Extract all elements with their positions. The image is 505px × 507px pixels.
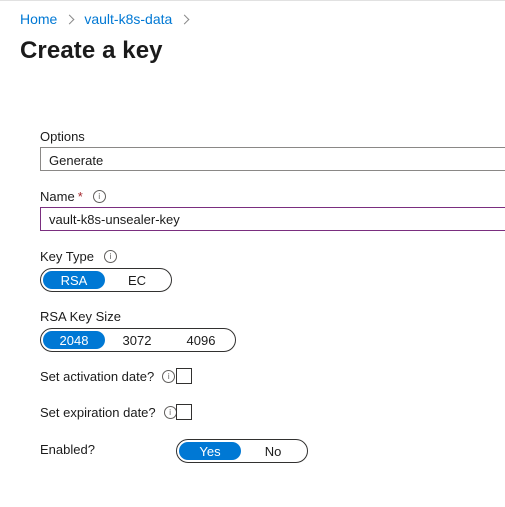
info-icon[interactable]: i (162, 370, 176, 383)
expiration-date-label: Set expiration date? i (40, 405, 177, 420)
rsa-key-size-option-3072[interactable]: 3072 (105, 331, 169, 349)
name-label-text: Name (40, 189, 75, 204)
breadcrumb-vault-link[interactable]: vault-k8s-data (84, 11, 172, 27)
activation-date-checkbox[interactable] (176, 368, 192, 384)
info-icon[interactable]: i (92, 190, 106, 203)
key-type-label-text: Key Type (40, 249, 94, 264)
expiration-date-checkbox[interactable] (176, 404, 192, 420)
activation-date-label: Set activation date? i (40, 369, 176, 384)
key-type-toggle: RSA EC (40, 268, 172, 292)
rsa-key-size-label: RSA Key Size (40, 309, 121, 324)
activation-date-label-text: Set activation date? (40, 369, 155, 384)
key-type-option-rsa[interactable]: RSA (43, 271, 105, 289)
key-type-label: Key Type i (40, 249, 117, 264)
rsa-key-size-option-2048[interactable]: 2048 (43, 331, 105, 349)
breadcrumb-home-link[interactable]: Home (20, 11, 57, 27)
top-divider (0, 0, 505, 1)
enabled-label-text: Enabled? (40, 442, 95, 457)
required-asterisk: * (77, 189, 83, 204)
breadcrumb: Home vault-k8s-data (20, 11, 191, 27)
enabled-toggle: Yes No (176, 439, 308, 463)
options-dropdown-value: Generate (49, 153, 104, 168)
name-input[interactable] (40, 207, 505, 231)
chevron-right-icon (179, 14, 190, 24)
key-type-option-ec[interactable]: EC (105, 271, 169, 289)
options-label-text: Options (40, 129, 85, 144)
enabled-label: Enabled? (40, 442, 95, 457)
rsa-key-size-label-text: RSA Key Size (40, 309, 121, 324)
options-label: Options (40, 129, 85, 144)
chevron-right-icon (64, 14, 75, 24)
enabled-option-no[interactable]: No (241, 442, 305, 460)
rsa-key-size-toggle: 2048 3072 4096 (40, 328, 236, 352)
info-icon[interactable]: i (163, 406, 177, 419)
page-title: Create a key (20, 37, 163, 64)
expiration-date-label-text: Set expiration date? (40, 405, 156, 420)
info-icon[interactable]: i (103, 250, 117, 263)
name-label: Name * i (40, 189, 106, 204)
options-dropdown[interactable]: Generate (40, 147, 505, 171)
enabled-option-yes[interactable]: Yes (179, 442, 241, 460)
rsa-key-size-option-4096[interactable]: 4096 (169, 331, 233, 349)
